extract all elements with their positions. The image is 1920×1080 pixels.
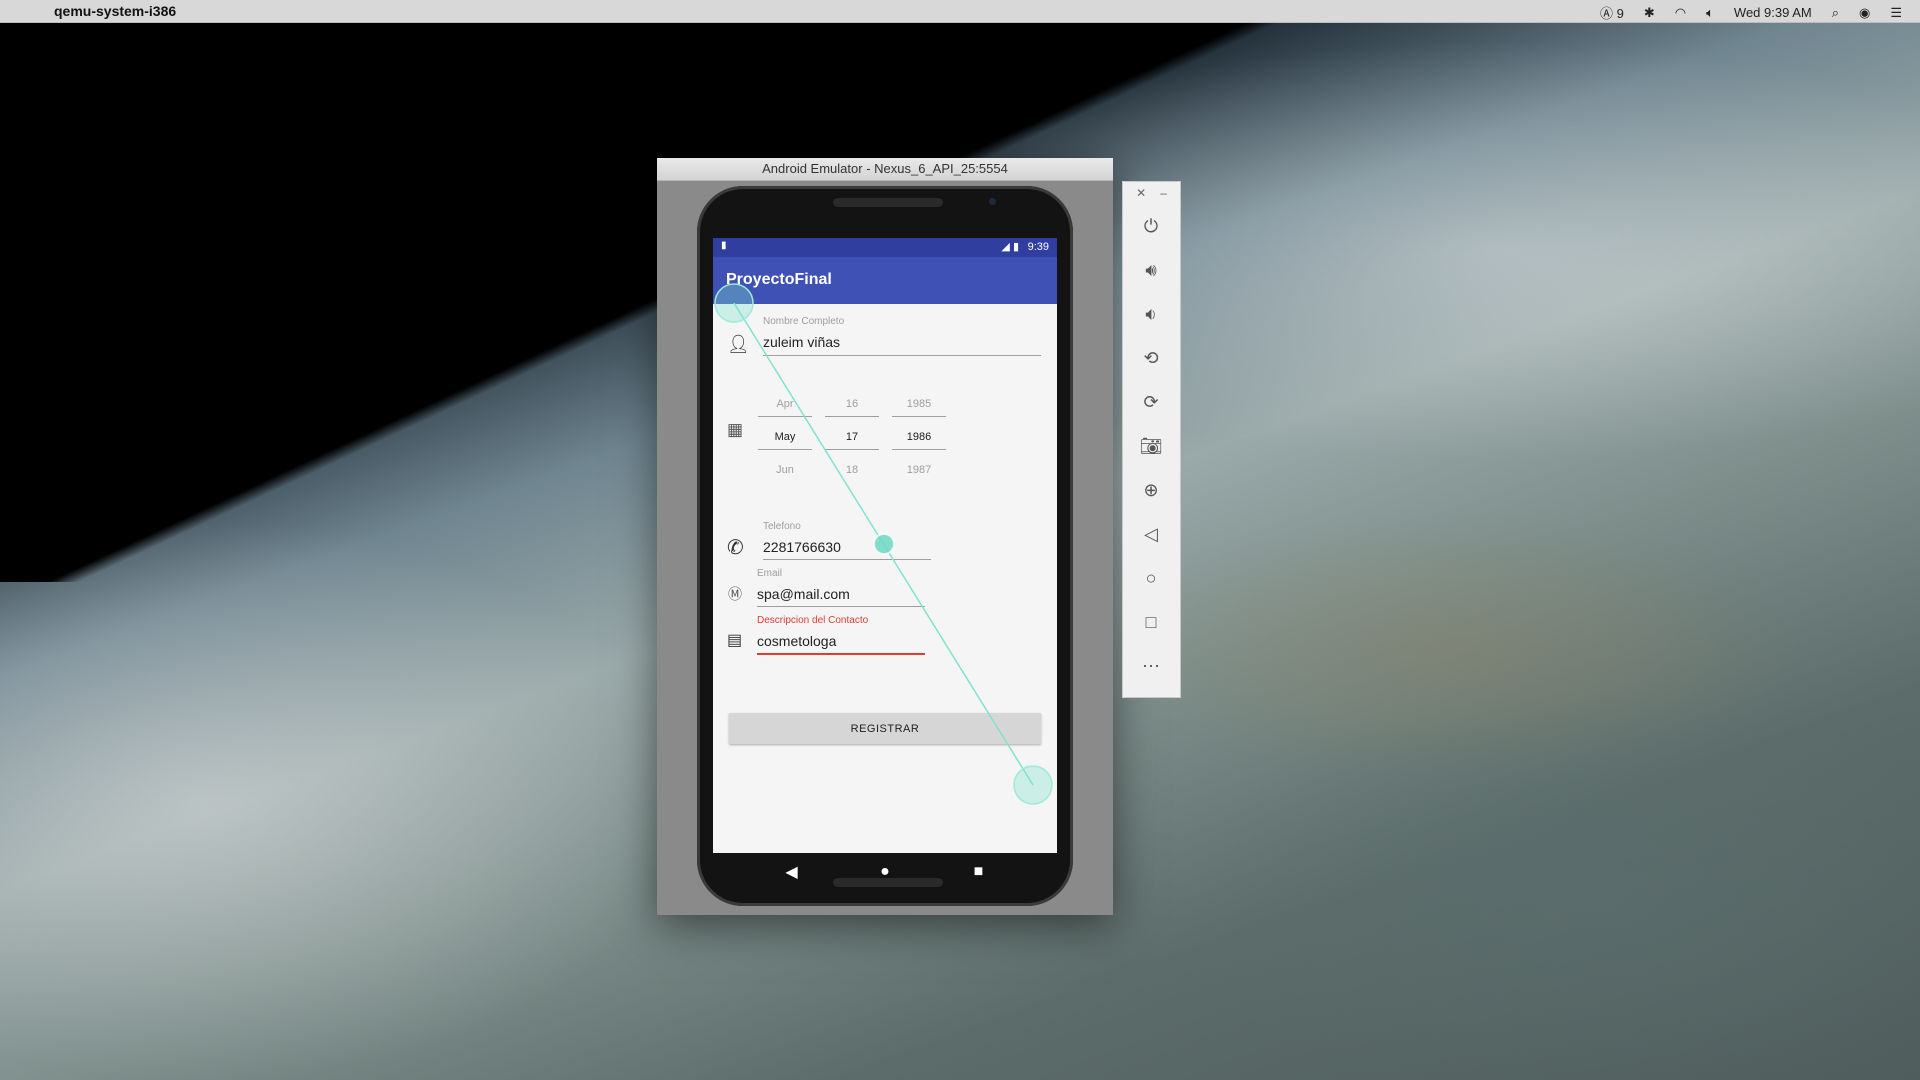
zoom-icon[interactable]: ⊕ [1137,476,1165,504]
day-next[interactable]: 18 [825,464,879,476]
email-icon: Ⓜ [728,586,742,602]
volume-icon[interactable]: 🔈︎ [1706,5,1714,21]
bluetooth-icon[interactable]: ✱ [1644,5,1655,21]
picker-divider [758,416,812,417]
emulator-title[interactable]: Android Emulator - Nexus_6_API_25:5554 [657,158,1113,181]
app-title: ProyectoFinal [726,271,832,288]
phone-underline [763,559,931,560]
camera-icon[interactable]: 📷︎ [1137,432,1165,460]
more-icon[interactable]: ⋯ [1137,652,1165,680]
signal-battery-icon: ◢ ▮ [1001,241,1019,253]
phone-frame: ▮ ◢ ▮ 9:39 ProyectoFinal Nombre Completo… [697,186,1073,906]
picker-divider [825,416,879,417]
day-selected[interactable]: 17 [825,431,879,443]
wifi-icon[interactable]: ◠ [1675,5,1686,21]
description-underline [757,653,925,655]
volume-down-icon[interactable]: 🔉︎ [1137,300,1165,328]
name-input[interactable]: zuleim viñas [763,334,840,350]
siri-icon[interactable]: ◉ [1859,5,1870,21]
picker-divider [758,449,812,450]
year-selected[interactable]: 1986 [892,431,946,443]
description-input[interactable]: cosmetologa [757,633,836,649]
email-input[interactable]: spa@mail.com [757,586,850,602]
month-prev[interactable]: Apr [758,398,812,410]
adobe-icon[interactable]: Ⓐ 9 [1600,3,1624,22]
day-prev[interactable]: 16 [825,398,879,410]
email-underline [757,606,925,607]
emulator-side-toolbar: ✕ – ⏻ 🔊︎ 🔉︎ ⟲ ⟳ 📷︎ ⊕ ◁ ○ □ ⋯ [1122,181,1181,698]
description-label: Descripcion del Contacto [757,615,869,626]
phone-input[interactable]: 2281766630 [763,539,841,555]
register-button[interactable]: REGISTRAR [729,713,1041,744]
mac-menu-bar: qemu-system-i386 Ⓐ 9 ✱ ◠ 🔈︎ Wed 9:39 AM … [0,0,1920,23]
picker-divider [825,449,879,450]
year-prev[interactable]: 1985 [892,398,946,410]
home-icon[interactable]: ○ [1137,564,1165,592]
sd-card-icon: ▮ [721,240,727,251]
status-time: 9:39 [1027,241,1049,253]
rotate-left-icon[interactable]: ⟲ [1137,344,1165,372]
phone-icon: ✆ [727,537,744,559]
calendar-icon: ▦ [727,420,744,439]
overview-icon[interactable]: □ [1137,608,1165,636]
volume-up-icon[interactable]: 🔊︎ [1137,256,1165,284]
minimize-icon[interactable]: – [1160,186,1167,200]
bottom-speaker [833,878,943,887]
email-label: Email [757,568,783,579]
picker-divider [892,416,946,417]
emulator-window: Android Emulator - Nexus_6_API_25:5554 ▮… [657,158,1113,915]
front-camera [989,198,996,205]
app-menu-name[interactable]: qemu-system-i386 [54,3,176,19]
year-next[interactable]: 1987 [892,464,946,476]
picker-divider [892,449,946,450]
android-screen: ▮ ◢ ▮ 9:39 ProyectoFinal Nombre Completo… [713,238,1057,853]
spotlight-search-icon[interactable]: ⌕ [1832,5,1839,21]
top-speaker [833,198,943,207]
nav-back-icon[interactable]: ◀ [777,862,807,882]
app-bar: ProyectoFinal [713,257,1057,304]
android-status-bar: ▮ ◢ ▮ 9:39 [713,238,1057,257]
notification-center-icon[interactable]: ☰ [1890,5,1902,21]
close-icon[interactable]: ✕ [1136,186,1146,200]
menubar-clock[interactable]: Wed 9:39 AM [1734,5,1812,20]
month-next[interactable]: Jun [758,464,812,476]
back-icon[interactable]: ◁ [1137,520,1165,548]
contact-card-icon: ▤ [727,632,743,649]
month-selected[interactable]: May [758,431,812,443]
name-label: Nombre Completo [763,316,845,327]
nav-recents-icon[interactable]: ■ [964,863,994,881]
rotate-right-icon[interactable]: ⟳ [1137,388,1165,416]
person-icon: 👤︎ [727,334,750,354]
name-underline [763,355,1041,356]
adobe-count: 9 [1616,6,1624,21]
phone-label: Telefono [763,521,801,532]
power-icon[interactable]: ⏻ [1137,212,1165,240]
